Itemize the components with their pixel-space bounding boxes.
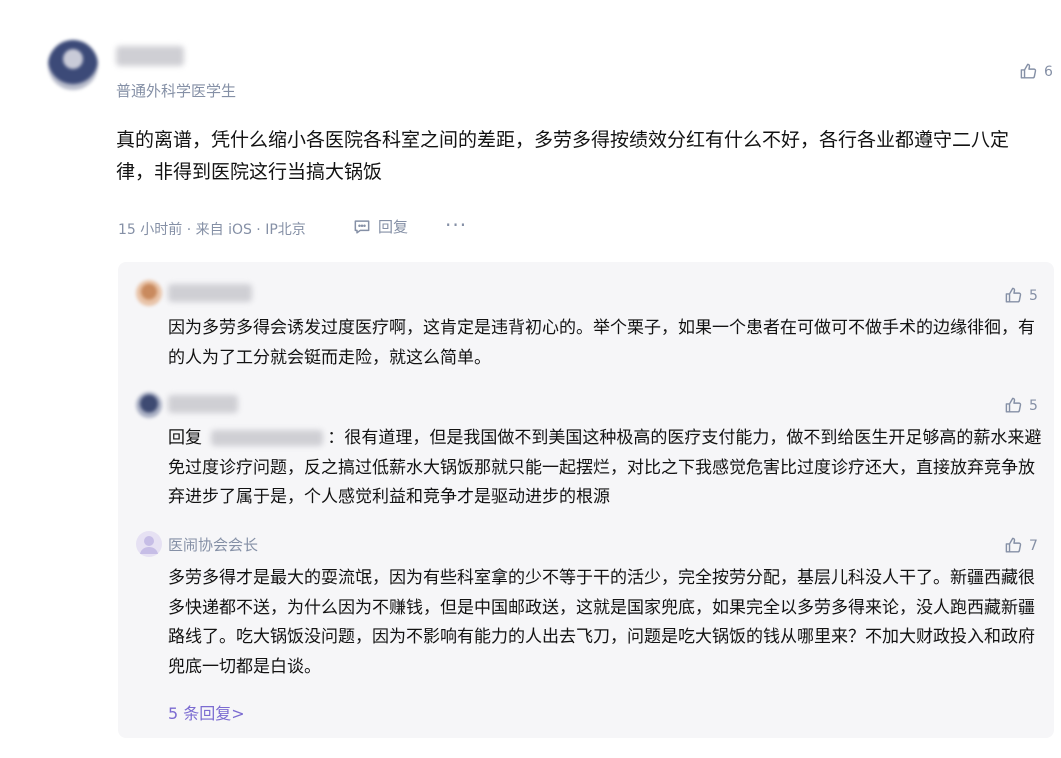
reply-avatar[interactable] [136, 392, 162, 418]
like-count: 6 [1044, 63, 1053, 80]
author-title: 普通外科学医学生 [116, 82, 237, 100]
reply-text: 因为多劳多得会诱发过度医疗啊，这肯定是违背初心的。举个栗子，如果一个患者在可做可… [168, 318, 1035, 368]
more-options-icon[interactable]: ··· [445, 215, 467, 235]
like-count: 7 [1029, 537, 1038, 554]
thumbs-up-icon [1020, 63, 1037, 79]
author-name-blurred[interactable] [116, 46, 184, 66]
thumbs-up-icon [1005, 397, 1022, 413]
reply-prefix: 回复 [168, 428, 202, 448]
like-button[interactable]: 6 [1019, 62, 1053, 81]
thumbs-up-icon [1005, 287, 1022, 303]
comment-bubble-icon [354, 219, 370, 234]
reply-text: 回复 ：很有道理，但是我国做不到美国这种极高的医疗支付能力，做不到给医生开足够高… [168, 424, 1046, 513]
reply-author-name[interactable]: 医闹协会会长 [168, 534, 258, 555]
comment-meta: 15 小时前 · 来自 iOS · IP北京 [118, 222, 306, 238]
reply-target-blurred[interactable] [211, 430, 324, 446]
reply-button[interactable]: 回复 [352, 216, 408, 237]
reply-text: 多劳多得才是最大的耍流氓，因为有些科室拿的少不等于干的活少，完全按劳分配，基层儿… [168, 568, 1035, 677]
reply-author-blurred[interactable] [168, 395, 238, 413]
comment-text: 真的离谱，凭什么缩小各医院各科室之间的差距，多劳多得按绩效分红有什么不好，各行各… [116, 129, 1010, 183]
avatar[interactable] [48, 40, 98, 90]
like-count: 5 [1029, 287, 1038, 304]
thumbs-up-icon [1005, 537, 1022, 553]
view-more-replies-link[interactable]: 5 条回复> [168, 700, 245, 724]
reply-avatar[interactable] [136, 280, 162, 306]
default-avatar-icon [140, 536, 158, 554]
like-button[interactable]: 5 [1004, 396, 1038, 415]
like-button[interactable]: 7 [1004, 536, 1038, 555]
reply-avatar[interactable] [136, 531, 162, 557]
reply-author-blurred[interactable] [168, 284, 252, 302]
like-count: 5 [1029, 397, 1038, 414]
like-button[interactable]: 5 [1004, 286, 1038, 305]
reply-label: 回复 [378, 218, 409, 236]
